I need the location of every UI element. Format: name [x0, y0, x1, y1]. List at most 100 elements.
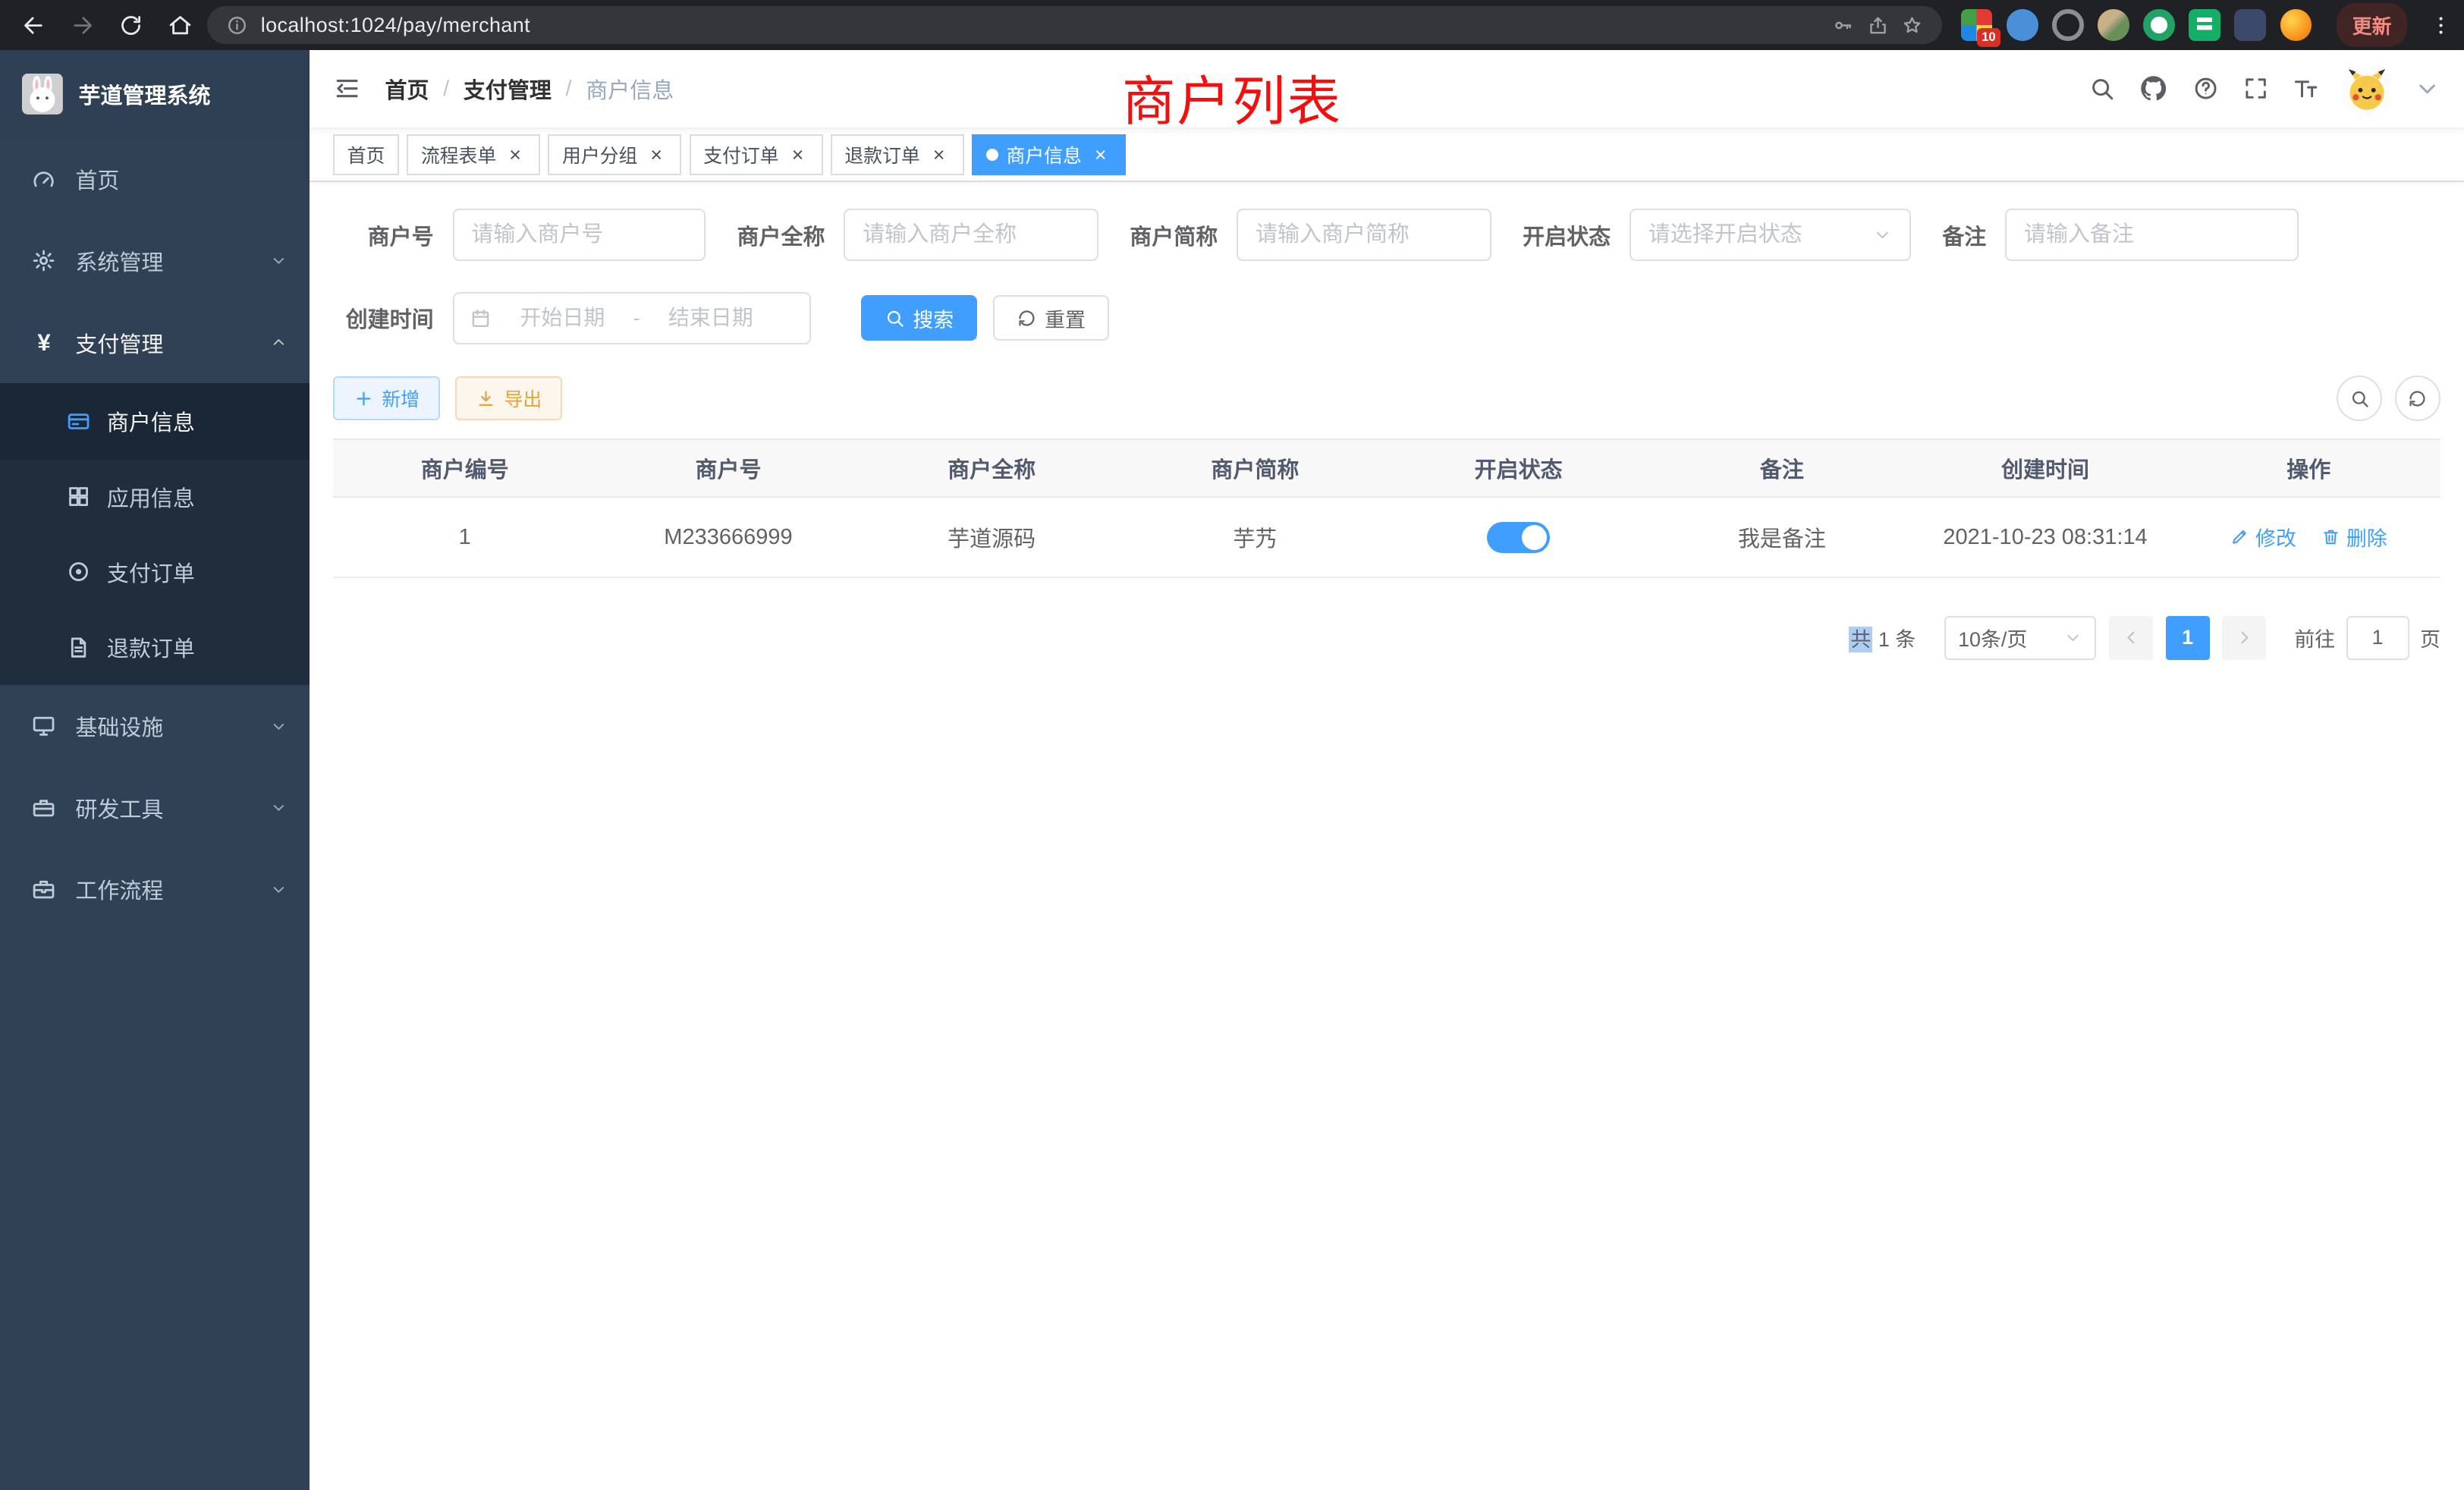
password-key-icon[interactable]: [1832, 14, 1854, 36]
tab-pay-order[interactable]: 支付订单 ×: [690, 134, 823, 175]
help-icon[interactable]: [2192, 75, 2219, 102]
page-number-1[interactable]: 1: [2166, 616, 2210, 660]
sidebar-item-infra[interactable]: 基础设施: [0, 685, 310, 767]
tab-home[interactable]: 首页: [333, 134, 399, 175]
edit-link[interactable]: 修改: [2230, 522, 2296, 552]
sidebar-item-merchant-info[interactable]: 商户信息: [0, 383, 310, 458]
tab-user-group[interactable]: 用户分组 ×: [548, 134, 681, 175]
close-icon[interactable]: ×: [1089, 144, 1111, 166]
sidebar-item-label: 基础设施: [75, 710, 163, 742]
close-icon[interactable]: ×: [787, 144, 809, 166]
merchant-name-input[interactable]: [863, 222, 1080, 247]
breadcrumb-payment[interactable]: 支付管理: [464, 73, 552, 105]
sidebar-item-pay-order[interactable]: 支付订单: [0, 534, 310, 609]
extension-icon-green-square[interactable]: [2189, 9, 2220, 40]
merchant-short-input[interactable]: [1256, 222, 1472, 247]
toggle-search-button[interactable]: [2337, 376, 2382, 421]
tab-process-form[interactable]: 流程表单 ×: [407, 134, 540, 175]
sidebar-item-devtools[interactable]: 研发工具: [0, 767, 310, 849]
date-separator: -: [633, 306, 640, 330]
github-icon[interactable]: [2139, 74, 2168, 103]
extension-icon-orange[interactable]: [2280, 9, 2312, 40]
col-full-name: 商户全称: [860, 439, 1124, 498]
tab-refund-order[interactable]: 退款订单 ×: [831, 134, 964, 175]
extension-icon-colorful[interactable]: 10: [1961, 9, 1992, 40]
sidebar-toggle-icon[interactable]: [333, 74, 361, 102]
goto-page-input[interactable]: [2346, 616, 2409, 660]
user-avatar[interactable]: [2343, 65, 2390, 112]
extension-icon-avatar[interactable]: [2098, 9, 2129, 40]
close-icon[interactable]: ×: [928, 144, 950, 166]
search-icon: [2349, 388, 2370, 409]
tab-merchant-info[interactable]: 商户信息 ×: [972, 134, 1126, 175]
merchant-table: 商户编号 商户号 商户全称 商户简称 开启状态 备注 创建时间 操作 1 M23…: [333, 439, 2440, 578]
page-size-select[interactable]: 10条/页: [1944, 616, 2097, 660]
extension-icon-green-ring[interactable]: [2143, 9, 2174, 40]
sidebar-item-refund-order[interactable]: 退款订单: [0, 610, 310, 685]
share-icon[interactable]: [1867, 14, 1889, 36]
download-icon: [476, 388, 496, 409]
filter-label: 备注: [1942, 219, 1986, 251]
chevron-left-icon: [2121, 627, 2142, 648]
extension-badge: 10: [1977, 28, 2000, 47]
search-icon[interactable]: [2088, 75, 2115, 102]
plus-icon: [354, 388, 374, 409]
browser-reload-icon[interactable]: [110, 4, 152, 46]
delete-link[interactable]: 删除: [2321, 522, 2387, 552]
table-toolbar-right: [2337, 376, 2440, 421]
sidebar-logo[interactable]: 芋道管理系统: [0, 50, 310, 138]
extension-icon-dark-pin[interactable]: [2234, 9, 2265, 40]
breadcrumb-home[interactable]: 首页: [385, 73, 429, 105]
reset-button[interactable]: 重置: [993, 295, 1109, 341]
sidebar-item-label: 研发工具: [75, 792, 163, 824]
sidebar-item-payment[interactable]: ¥ 支付管理: [0, 302, 310, 384]
start-date-input[interactable]: [498, 306, 627, 330]
site-info-icon[interactable]: [226, 14, 248, 36]
filter-merchant-no: 商户号: [333, 209, 706, 260]
yuan-icon: ¥: [31, 330, 56, 355]
search-icon: [885, 308, 905, 328]
merchant-no-input[interactable]: [471, 222, 687, 247]
search-button[interactable]: 搜索: [861, 295, 977, 341]
filter-create-time: 创建时间 -: [333, 292, 811, 344]
chevron-down-icon: [270, 799, 288, 816]
fullscreen-icon[interactable]: [2242, 75, 2269, 102]
cell-actions: 修改 删除: [2177, 497, 2440, 577]
browser-toolbar: localhost:1024/pay/merchant 10 更新: [0, 0, 2464, 50]
extension-icon-blue[interactable]: [2007, 9, 2038, 40]
font-size-icon[interactable]: [2293, 75, 2319, 102]
sidebar-item-label: 支付管理: [75, 327, 163, 359]
bookmark-star-icon[interactable]: [1901, 14, 1923, 36]
avatar-caret-icon[interactable]: [2414, 75, 2440, 102]
chevron-down-icon: [270, 881, 288, 898]
extensions-area: 10: [1961, 9, 2312, 40]
browser-update-button[interactable]: 更新: [2337, 3, 2407, 47]
browser-home-icon[interactable]: [159, 4, 201, 46]
export-button[interactable]: 导出: [455, 376, 562, 420]
sidebar-item-label: 商户信息: [107, 405, 195, 437]
date-range-picker[interactable]: -: [453, 292, 811, 344]
browser-menu-icon[interactable]: [2420, 4, 2462, 46]
prev-page-button[interactable]: [2109, 616, 2153, 660]
col-create-time: 创建时间: [1913, 439, 2176, 498]
sidebar-item-system[interactable]: 系统管理: [0, 220, 310, 302]
end-date-input[interactable]: [646, 306, 775, 330]
add-button[interactable]: 新增: [333, 376, 440, 420]
browser-forward-icon[interactable]: [61, 4, 104, 46]
next-page-button[interactable]: [2222, 616, 2266, 660]
sidebar-item-label: 退款订单: [107, 631, 195, 663]
pagination-total: 共 1 条: [1849, 623, 1916, 652]
close-icon[interactable]: ×: [646, 144, 668, 166]
address-bar[interactable]: localhost:1024/pay/merchant: [207, 6, 1942, 44]
sidebar-item-home[interactable]: 首页: [0, 138, 310, 220]
status-toggle[interactable]: [1487, 522, 1550, 553]
browser-back-icon[interactable]: [13, 4, 55, 46]
refresh-table-button[interactable]: [2395, 376, 2440, 421]
sidebar-item-workflow[interactable]: 工作流程: [0, 848, 310, 930]
close-icon[interactable]: ×: [504, 144, 526, 166]
sidebar-item-app-info[interactable]: 应用信息: [0, 459, 310, 534]
extension-icon-dark-ring[interactable]: [2052, 9, 2083, 40]
status-select[interactable]: [1630, 209, 1911, 260]
remark-input[interactable]: [2024, 222, 2280, 247]
app-frame: 芋道管理系统 首页 系统管理 ¥ 支付管理 商户信息 应用信息: [0, 50, 2464, 1489]
